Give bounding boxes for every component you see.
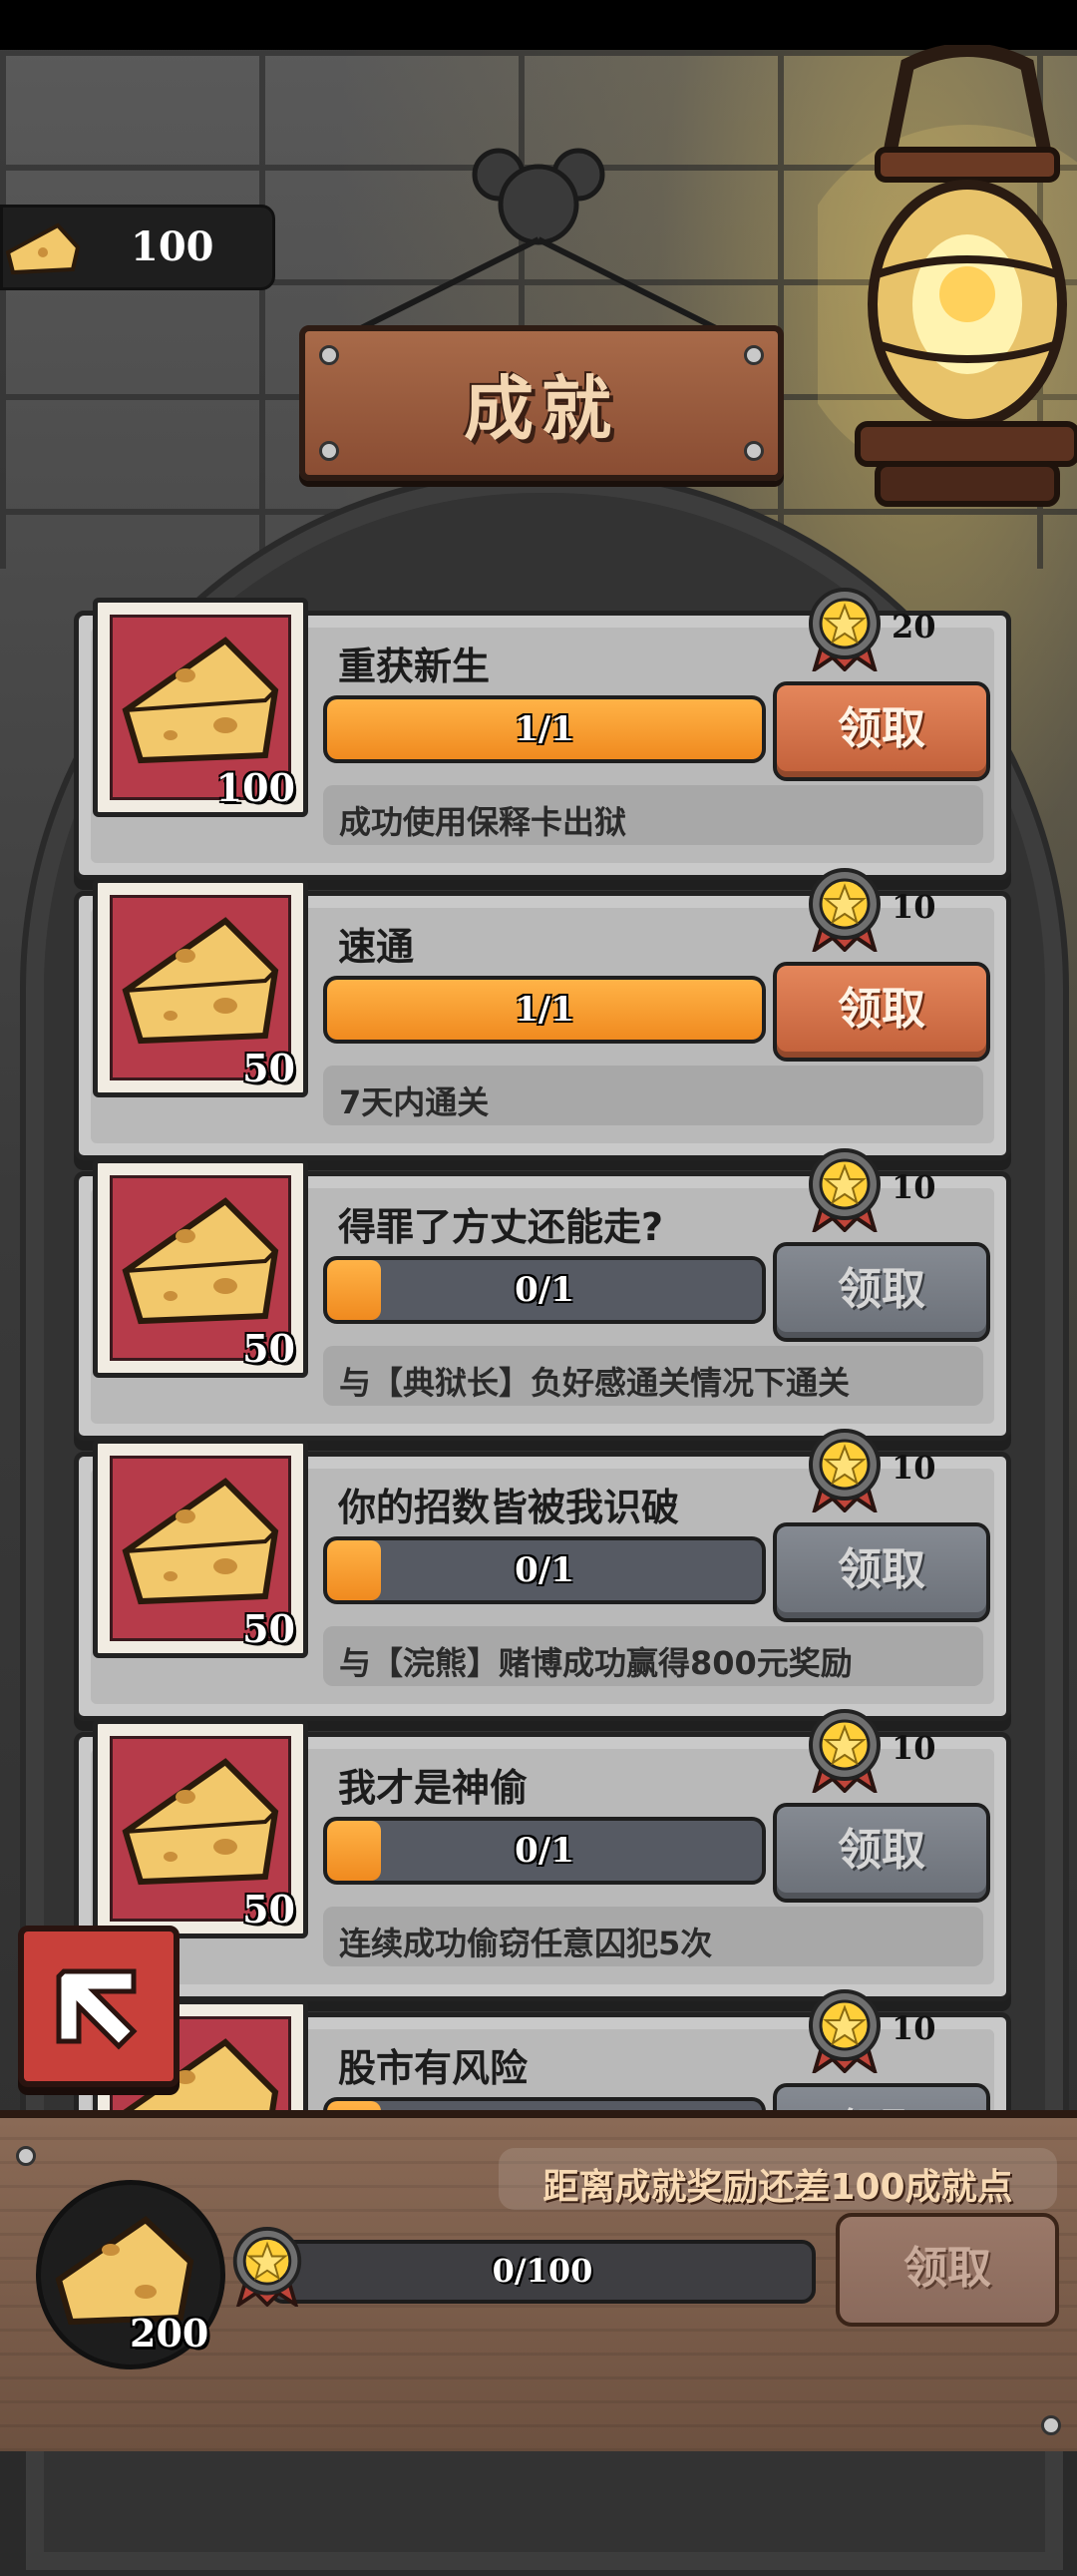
description-box: 连续成功偷窃任意囚犯5次: [323, 1907, 983, 1966]
achievement-card: 50 10 我才是神偷 0/1 领取 连续成功偷窃任意囚犯5次: [74, 1709, 1011, 2001]
progress-text: 0/1: [515, 1270, 574, 1310]
achievement-title: 你的招数皆被我识破: [338, 1486, 680, 1529]
achievement-points: 10: [892, 1449, 936, 1487]
achievement-description: 与【典狱长】负好感通关情况下通关: [339, 1364, 851, 1402]
cheese-icon: [122, 1478, 279, 1605]
reward-icon-frame: 50: [93, 1719, 308, 1938]
cheese-icon: [122, 1197, 279, 1325]
reward-amount: 50: [242, 1606, 295, 1651]
progress-bar: 0/1: [323, 1536, 766, 1604]
achievement-points: 10: [892, 1729, 936, 1767]
total-progress-bar: 0/100: [269, 2240, 816, 2304]
claim-button[interactable]: 领取: [773, 1242, 990, 1342]
claim-button[interactable]: 领取: [773, 1522, 990, 1622]
reward-icon-frame: 50: [93, 1158, 308, 1378]
achievement-title: 速通: [338, 925, 415, 969]
description-box: 7天内通关: [323, 1066, 983, 1125]
achievement-card: 100 20 重获新生 1/1 领取 成功使用保释卡出狱: [74, 588, 1011, 880]
progress-bar: 0/1: [323, 1256, 766, 1324]
reward-amount: 50: [242, 1046, 295, 1090]
remaining-points-text: 距离成就奖励还差100成就点: [542, 2167, 1013, 2208]
total-claim-button[interactable]: 领取: [836, 2213, 1059, 2327]
achievement-points: 20: [892, 608, 936, 645]
star-medal-icon: [809, 1148, 881, 1232]
progress-text: 1/1: [515, 709, 574, 749]
cheese-icon: [122, 637, 279, 764]
achievement-title: 股市有风险: [338, 2046, 529, 2090]
progress-text: 1/1: [515, 990, 574, 1030]
achievement-card: 50 10 速通 1/1 领取 7天内通关: [74, 868, 1011, 1160]
claim-button[interactable]: 领取: [773, 681, 990, 781]
achievement-card: 50 10 得罪了方丈还能走? 0/1 领取 与【典狱长】负好感通关情况下通关: [74, 1148, 1011, 1441]
progress-bar: 0/1: [323, 1817, 766, 1885]
total-reward-amount: 200: [130, 2311, 209, 2356]
claim-button[interactable]: 领取: [773, 1803, 990, 1903]
description-box: 成功使用保释卡出狱: [323, 785, 983, 845]
total-progress-text: 0/100: [492, 2252, 593, 2290]
back-arrow-icon: [56, 1968, 138, 2050]
screw-icon: [1041, 2415, 1061, 2435]
star-medal-icon: [809, 1989, 881, 2073]
achievement-points: 10: [892, 2009, 936, 2047]
cheese-icon: [122, 917, 279, 1045]
achievement-title: 得罪了方丈还能走?: [338, 1205, 664, 1249]
achievement-description: 连续成功偷窃任意囚犯5次: [339, 1925, 713, 1962]
reward-icon-frame: 50: [93, 878, 308, 1097]
achievement-points: 10: [892, 888, 936, 926]
description-box: 与【典狱长】负好感通关情况下通关: [323, 1346, 983, 1406]
star-medal-icon: [809, 1709, 881, 1793]
reward-icon-frame: 100: [93, 598, 308, 817]
achievement-title: 我才是神偷: [338, 1766, 529, 1810]
achievement-title: 重获新生: [338, 644, 491, 688]
star-medal-icon: [809, 868, 881, 952]
description-box: 与【浣熊】赌博成功赢得800元奖励: [323, 1626, 983, 1686]
back-button[interactable]: [18, 1926, 180, 2087]
progress-text: 0/1: [515, 1831, 574, 1871]
achievement-points: 10: [892, 1168, 936, 1206]
star-medal-icon: [809, 588, 881, 671]
reward-icon-frame: 50: [93, 1439, 308, 1658]
star-medal-icon: [809, 1429, 881, 1512]
achievement-description: 与【浣熊】赌博成功赢得800元奖励: [339, 1644, 853, 1682]
reward-amount: 50: [242, 1887, 295, 1932]
claim-button[interactable]: 领取: [773, 962, 990, 1062]
achievement-card: 50 10 你的招数皆被我识破 0/1 领取 与【浣熊】赌博成功赢得800元奖励: [74, 1429, 1011, 1721]
star-medal-icon: [232, 2227, 302, 2307]
progress-bar: 1/1: [323, 695, 766, 763]
cheese-icon: [122, 1758, 279, 1886]
achievement-description: 7天内通关: [339, 1083, 490, 1121]
progress-bar: 1/1: [323, 976, 766, 1044]
remaining-points-box: 距离成就奖励还差100成就点: [499, 2148, 1057, 2210]
reward-amount: 100: [215, 765, 295, 810]
reward-amount: 50: [242, 1326, 295, 1371]
screw-icon: [16, 2146, 36, 2166]
progress-text: 0/1: [515, 1550, 574, 1590]
achievement-description: 成功使用保释卡出狱: [339, 803, 627, 841]
